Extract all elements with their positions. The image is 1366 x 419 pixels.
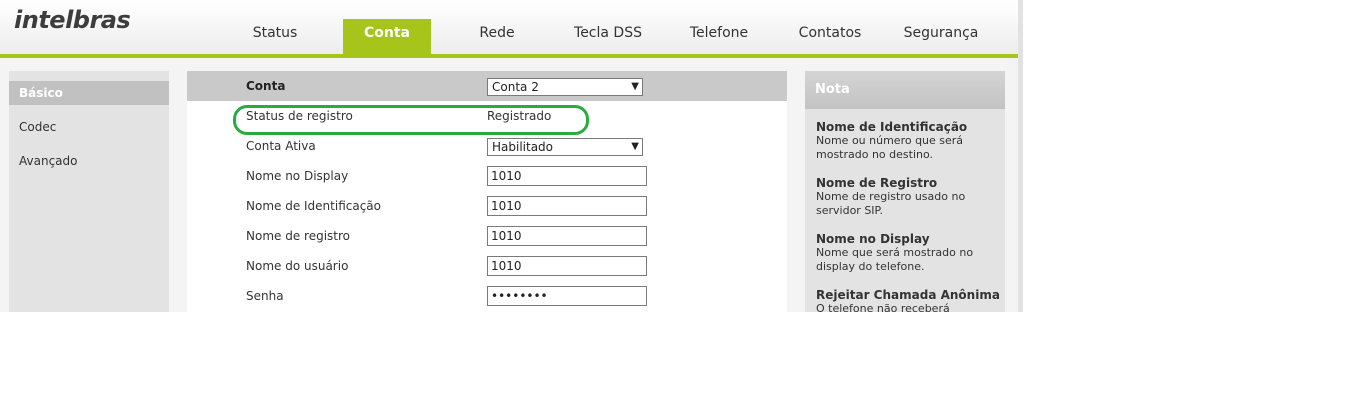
- identification-name-input[interactable]: 1010: [487, 196, 647, 216]
- tab-contatos[interactable]: Contatos: [793, 19, 867, 54]
- user-name-label: Nome do usuário: [246, 259, 349, 273]
- account-form: Conta Conta 2 ▼ Status de registro Regis…: [187, 71, 787, 312]
- note-entry: Nome no Display Nome que será mostrado n…: [816, 232, 1001, 274]
- tab-status[interactable]: Status: [241, 19, 309, 54]
- intelbras-logo: intelbras: [14, 6, 131, 34]
- account-select[interactable]: Conta 2 ▼: [487, 78, 643, 96]
- note-entry: Nome de Registro Nome de registro usado …: [816, 176, 1001, 218]
- chevron-down-icon: ▼: [631, 81, 639, 92]
- note-entry-desc: Nome ou número que será: [816, 134, 964, 147]
- active-account-select-value: Habilitado: [492, 140, 554, 154]
- identification-name-label: Nome de Identificação: [246, 199, 382, 213]
- note-entry-title: Nome de Registro: [816, 176, 938, 190]
- note-entry-title: Nome de Identificação: [816, 120, 968, 134]
- registration-name-label: Nome de registro: [246, 229, 350, 243]
- note-entry: Rejeitar Chamada Anônima O telefone não …: [816, 288, 1001, 312]
- vertical-scrollbar[interactable]: [1018, 0, 1023, 312]
- account-label: Conta: [246, 79, 286, 93]
- note-entry-title: Nome no Display: [816, 232, 930, 246]
- note-entry-desc: servidor SIP.: [816, 204, 883, 217]
- sidebar-item-avancado[interactable]: Avançado: [9, 149, 169, 173]
- note-entry: Nome de Identificação Nome ou número que…: [816, 120, 1001, 162]
- password-label: Senha: [246, 289, 284, 303]
- active-account-select[interactable]: Habilitado ▼: [487, 138, 643, 156]
- chevron-down-icon: ▼: [631, 141, 639, 152]
- header: intelbras Status Conta Rede Tecla DSS Te…: [0, 0, 1018, 58]
- tab-rede[interactable]: Rede: [466, 19, 528, 54]
- display-name-input[interactable]: 1010: [487, 166, 647, 186]
- note-entry-desc: Nome que será mostrado no: [816, 246, 974, 259]
- tab-seguranca[interactable]: Segurança: [899, 19, 983, 54]
- note-entry-desc: mostrado no destino.: [816, 148, 934, 161]
- note-entry-desc: Nome de registro usado no: [816, 190, 966, 203]
- note-entry-title: Rejeitar Chamada Anônima: [816, 288, 1000, 302]
- tab-telefone[interactable]: Telefone: [683, 19, 755, 54]
- note-entry-desc: O telefone não receberá: [816, 302, 950, 312]
- sidebar-item-codec[interactable]: Codec: [9, 115, 169, 139]
- sidebar-item-basico[interactable]: Básico: [9, 81, 169, 105]
- registration-name-input[interactable]: 1010: [487, 226, 647, 246]
- note-header: Nota: [805, 71, 1005, 109]
- tab-conta[interactable]: Conta: [343, 19, 431, 54]
- registration-status-value: Registrado: [487, 109, 552, 123]
- user-name-input[interactable]: 1010: [487, 256, 647, 276]
- tab-tecla-dss[interactable]: Tecla DSS: [566, 19, 650, 54]
- note-panel: Nota Nome de Identificação Nome ou númer…: [805, 71, 1005, 312]
- password-input[interactable]: ••••••••: [487, 286, 647, 306]
- registration-status-label: Status de registro: [246, 109, 353, 123]
- web-app: intelbras Status Conta Rede Tecla DSS Te…: [0, 0, 1018, 312]
- note-title: Nota: [815, 82, 850, 97]
- header-divider: [0, 54, 1018, 58]
- note-entry-desc: display do telefone.: [816, 260, 925, 273]
- account-select-value: Conta 2: [492, 80, 539, 94]
- display-name-label: Nome no Display: [246, 169, 349, 183]
- sidebar: Básico Codec Avançado: [9, 71, 169, 312]
- active-account-label: Conta Ativa: [246, 139, 316, 153]
